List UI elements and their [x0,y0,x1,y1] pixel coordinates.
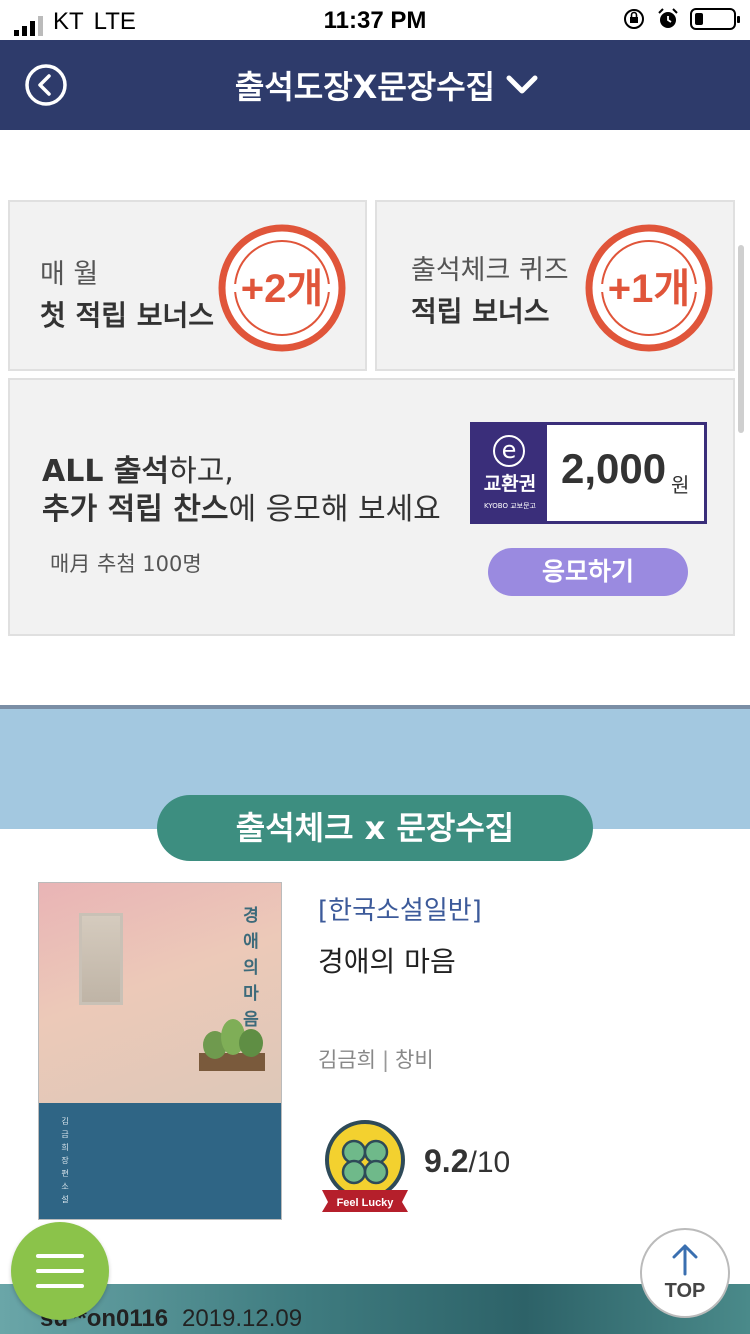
book-title[interactable]: 경애의 마음 [318,940,456,980]
plus-one-badge: +1개 [585,224,713,352]
lucky-badge-text: Feel Lucky [337,1197,395,1209]
book-cover[interactable]: 경애의 마음 김금희 장편소설 [38,882,282,1220]
page-title[interactable]: 출석도장X문장수집 [0,62,750,108]
book-genre[interactable]: [한국소설일반] [318,890,482,927]
quiz-bonus-card: 출석체크 퀴즈 적립 보너스 +1개 [375,200,735,371]
coupon-brand: KYOBO 교보문고 [484,502,536,510]
chevron-down-icon[interactable] [505,70,539,100]
feel-lucky-badge-icon: Feel Lucky [322,1120,408,1212]
hamburger-icon-bar [36,1284,84,1288]
meta-separator: | [381,1048,390,1072]
plus-two-badge: +2개 [218,224,346,352]
scroll-top-button[interactable]: TOP [640,1228,730,1318]
monthly-bonus-line1: 매 월 [40,259,99,290]
monthly-bonus-card: 매 월 첫 적립 보너스 +2개 [8,200,367,371]
menu-button[interactable] [11,1222,109,1320]
quiz-bonus-line1: 출석체크 퀴즈 [411,255,569,286]
cover-title: 경애의 마음 [243,906,259,1030]
coupon-amount: 2,000 [561,445,667,492]
rating-max: /10 [468,1146,511,1179]
section-title-pill: 출석체크 x 문장수집 [157,795,593,861]
promo-sub: 매月 추첨 100명 [50,552,202,576]
top-label: TOP [664,1280,706,1302]
promo-line2-rest: 에 응모해 보세요 [228,492,441,527]
promo-line2-bold: 추가 적립 찬스 [42,492,229,527]
promo-line2: 추가 적립 찬스에 응모해 보세요 [42,484,441,528]
post-date: 2019.12.09 [182,1305,303,1332]
cover-door [79,913,123,1005]
coupon-unit: 원 [671,473,690,497]
rating-value: 9.2 [424,1143,469,1179]
hamburger-icon [36,1254,84,1258]
app-header: 출석도장X문장수집 [0,40,750,130]
monthly-badge-text: +2개 [241,267,323,311]
alarm-icon [658,8,678,28]
coupon-label: 교환권 [483,473,537,495]
book-author[interactable]: 김금희 [318,1048,376,1072]
battery-icon [690,8,740,30]
book-publisher[interactable]: 창비 [395,1048,434,1072]
attendance-promo-card: ALL 출석하고, 추가 적립 찬스에 응모해 보세요 매月 추첨 100명 e… [8,378,735,636]
quiz-bonus-line2: 적립 보너스 [411,295,550,328]
coupon-left: e 교환권 KYOBO 교보문고 [473,425,547,521]
cover-subtitle: 김금희 장편소설 [61,1117,69,1204]
quiz-badge-text: +1개 [608,267,690,311]
book-meta: 김금희 | 창비 [318,1044,434,1074]
coupon-card: e 교환권 KYOBO 교보문고 2,000 원 [470,422,707,524]
rotation-lock-icon [624,9,644,29]
hamburger-icon-bar [36,1269,84,1273]
scrollbar[interactable] [738,245,744,433]
status-right [622,7,740,31]
monthly-bonus-line2: 첫 적립 보너스 [40,299,215,332]
book-rating: 9.2/10 [424,1143,510,1180]
apply-button[interactable]: 응모하기 [488,548,688,596]
arrow-up-icon [672,1244,698,1276]
page: KT LTE 11:37 PM 출석도장X문장수집 매 월 첫 적립 보너스 +… [0,0,750,1334]
cover-band [39,1103,281,1219]
status-bar: KT LTE 11:37 PM [0,0,750,40]
e-coupon-icon: e [493,435,525,467]
